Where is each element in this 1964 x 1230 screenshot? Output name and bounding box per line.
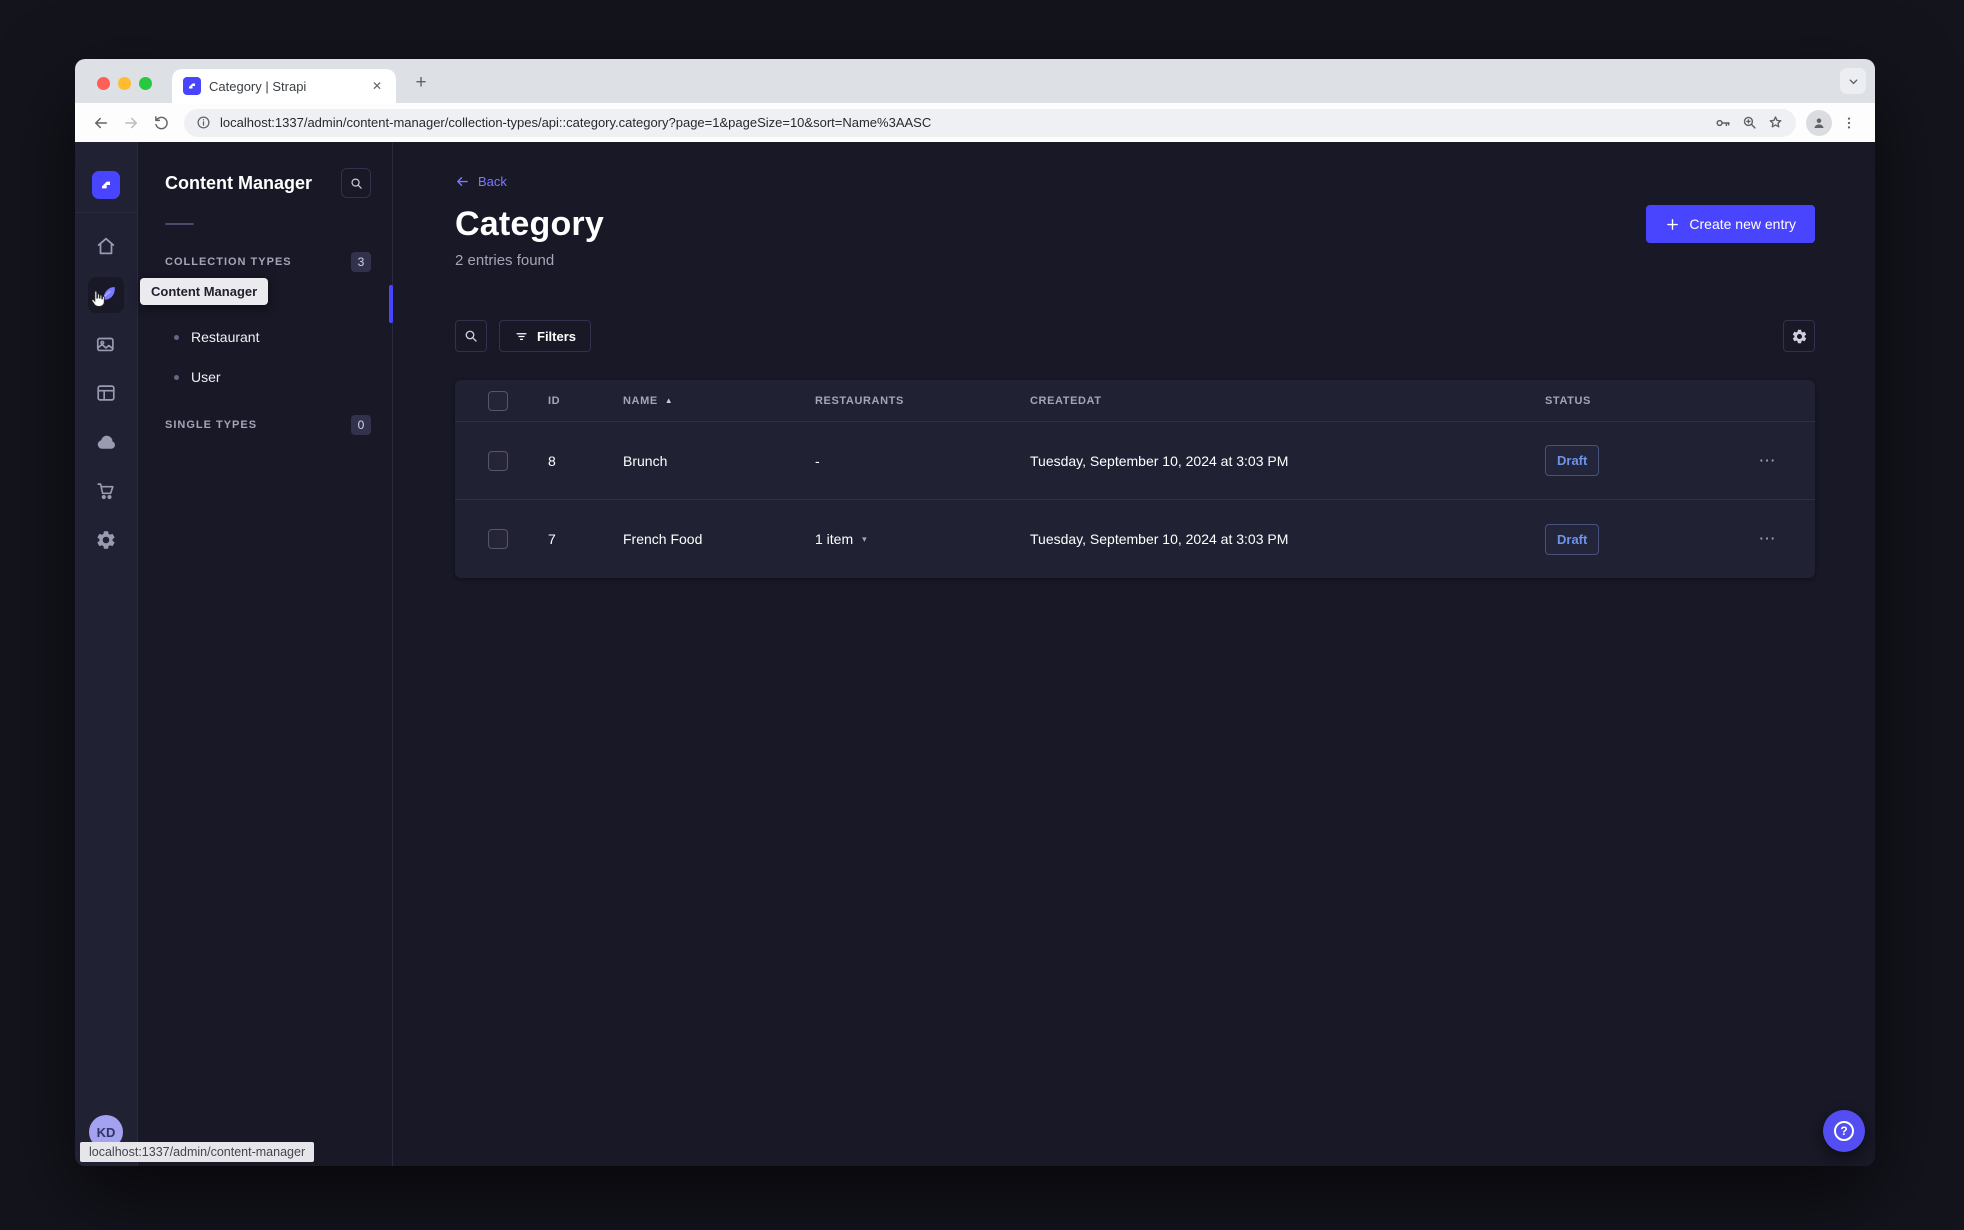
reload-icon[interactable] xyxy=(148,110,174,136)
sort-asc-icon: ▲ xyxy=(664,396,674,405)
select-all-checkbox[interactable] xyxy=(488,390,508,411)
gear-icon xyxy=(1792,329,1806,343)
nav-marketplace-icon[interactable] xyxy=(88,473,124,509)
subnav-item-restaurant[interactable]: Restaurant xyxy=(165,317,371,357)
main-content: Back Category Create new entry 2 entries… xyxy=(393,142,1875,1166)
row-checkbox[interactable] xyxy=(488,529,508,549)
strapi-favicon-icon xyxy=(183,77,201,95)
subnav-item-user[interactable]: User xyxy=(165,357,371,397)
password-manager-icon[interactable] xyxy=(1714,114,1732,132)
bullet-icon xyxy=(174,374,179,380)
link-preview-statusbar: localhost:1337/admin/content-manager xyxy=(80,1142,315,1162)
browser-tab[interactable]: Category | Strapi ✕ xyxy=(172,69,396,103)
browser-menu-icon[interactable] xyxy=(1836,110,1862,136)
column-header-createdat[interactable]: CREATEDAT xyxy=(1030,395,1545,407)
view-settings-button[interactable] xyxy=(1783,320,1815,352)
site-info-icon[interactable] xyxy=(196,115,211,130)
column-header-id[interactable]: ID xyxy=(548,395,623,407)
search-button[interactable] xyxy=(455,320,487,352)
minimize-window-button[interactable] xyxy=(118,77,131,90)
single-types-label: SINGLE TYPES xyxy=(165,419,258,431)
mouse-cursor-icon xyxy=(87,288,110,316)
table-row[interactable]: 8 Brunch - Tuesday, September 10, 2024 a… xyxy=(455,422,1815,500)
subnav-divider xyxy=(165,223,194,225)
subnav-search-button[interactable] xyxy=(341,168,371,198)
zoom-icon[interactable] xyxy=(1741,114,1758,131)
strapi-admin: KD Content Manager COLLECTION TYPES 3 Ca… xyxy=(75,142,1875,1166)
new-tab-button[interactable]: + xyxy=(408,70,434,96)
collection-types-count-badge: 3 xyxy=(351,252,371,272)
cell-id: 7 xyxy=(548,531,556,547)
forward-nav-icon[interactable] xyxy=(118,110,144,136)
status-badge: Draft xyxy=(1545,523,1600,555)
plus-icon xyxy=(1667,218,1679,230)
arrow-left-icon xyxy=(457,176,468,186)
back-link[interactable]: Back xyxy=(455,172,507,190)
nav-home-icon[interactable] xyxy=(88,228,124,264)
nav-media-library-icon[interactable] xyxy=(88,326,124,362)
browser-window: Category | Strapi ✕ + localhost:1337/adm… xyxy=(75,59,1875,1166)
strapi-logo-icon[interactable] xyxy=(92,171,120,199)
bookmark-star-icon[interactable] xyxy=(1767,114,1784,131)
table-header-row: ID NAME ▲ RESTAURANTS CREATEDAT STATUS xyxy=(455,380,1815,422)
column-header-name[interactable]: NAME ▲ xyxy=(623,395,815,407)
page-title: Category xyxy=(455,204,604,243)
subnav-item-label: Restaurant xyxy=(191,329,260,345)
cell-createdat: Tuesday, September 10, 2024 at 3:03 PM xyxy=(1030,452,1289,469)
chevron-down-icon: ▾ xyxy=(862,533,867,544)
nav-tooltip: Content Manager xyxy=(140,278,269,305)
status-badge: Draft xyxy=(1545,445,1600,476)
cell-createdat: Tuesday, September 10, 2024 at 3:03 PM xyxy=(1030,531,1289,547)
create-new-entry-button[interactable]: Create new entry xyxy=(1646,205,1815,243)
nav-content-type-builder-icon[interactable] xyxy=(88,375,124,411)
nav-settings-icon[interactable] xyxy=(88,522,124,558)
back-label: Back xyxy=(478,173,507,189)
subnav-title: Content Manager xyxy=(165,172,313,193)
question-mark-icon: ? xyxy=(1834,1121,1854,1141)
back-nav-icon[interactable] xyxy=(88,110,114,136)
cell-name: Brunch xyxy=(623,452,668,469)
tab-strip: Category | Strapi ✕ + xyxy=(75,59,1875,103)
cell-restaurants: - xyxy=(815,452,820,469)
row-checkbox[interactable] xyxy=(488,450,508,471)
row-actions-button[interactable]: ⋯ xyxy=(1759,451,1777,471)
cell-restaurants[interactable]: 1 item ▾ xyxy=(815,531,1030,547)
url-text[interactable]: localhost:1337/admin/content-manager/col… xyxy=(220,115,1705,130)
address-bar[interactable]: localhost:1337/admin/content-manager/col… xyxy=(184,108,1796,137)
filter-icon xyxy=(516,332,527,340)
active-item-indicator xyxy=(389,285,393,323)
bullet-icon xyxy=(174,334,179,340)
tab-title: Category | Strapi xyxy=(209,78,307,94)
filters-label: Filters xyxy=(537,328,577,344)
cell-id: 8 xyxy=(548,452,556,469)
cell-name: French Food xyxy=(623,531,703,547)
rail-divider xyxy=(75,212,138,213)
help-button[interactable]: ? xyxy=(1823,1110,1865,1152)
nav-deploy-cloud-icon[interactable] xyxy=(88,424,124,460)
tab-search-button[interactable] xyxy=(1840,68,1866,94)
browser-profile-icon[interactable] xyxy=(1806,109,1832,136)
entries-table: ID NAME ▲ RESTAURANTS CREATEDAT STATUS 8… xyxy=(455,380,1815,578)
maximize-window-button[interactable] xyxy=(139,77,152,90)
single-types-count-badge: 0 xyxy=(351,415,371,435)
create-new-entry-label: Create new entry xyxy=(1689,216,1796,232)
collection-types-label: COLLECTION TYPES xyxy=(165,256,292,268)
filters-button[interactable]: Filters xyxy=(499,320,592,352)
entries-count: 2 entries found xyxy=(455,252,555,269)
column-header-status[interactable]: STATUS xyxy=(1545,395,1740,407)
close-tab-icon[interactable]: ✕ xyxy=(368,77,386,95)
search-icon xyxy=(465,330,477,342)
window-controls xyxy=(97,77,152,90)
subnav-item-label: User xyxy=(191,369,221,385)
column-header-restaurants[interactable]: RESTAURANTS xyxy=(815,395,1030,407)
row-actions-button[interactable]: ⋯ xyxy=(1759,529,1777,549)
close-window-button[interactable] xyxy=(97,77,110,90)
browser-toolbar: localhost:1337/admin/content-manager/col… xyxy=(75,103,1875,142)
table-row[interactable]: 7 French Food 1 item ▾ Tuesday, Septembe… xyxy=(455,500,1815,578)
